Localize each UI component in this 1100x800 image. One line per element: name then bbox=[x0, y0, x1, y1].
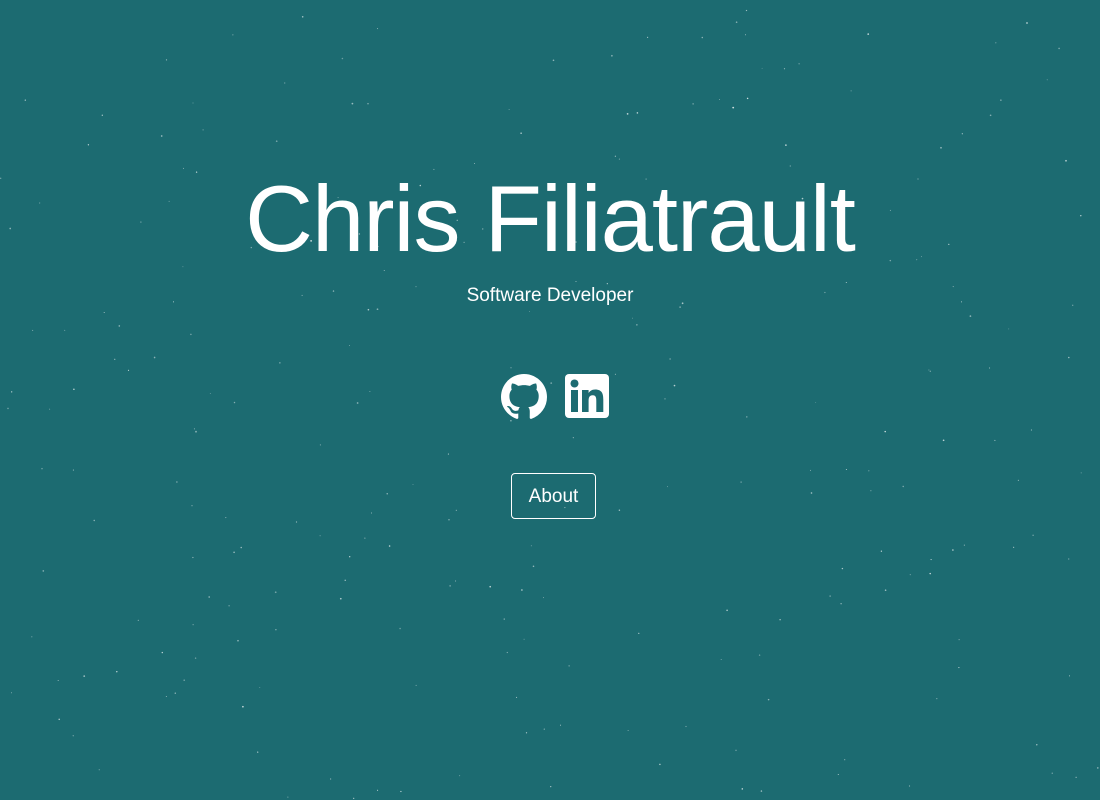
linkedin-link[interactable] bbox=[565, 374, 609, 418]
linkedin-icon bbox=[565, 374, 609, 418]
hero-section: Chris Filiatrault Software Developer Abo… bbox=[0, 0, 1100, 800]
about-button[interactable]: About bbox=[511, 473, 596, 519]
social-links bbox=[500, 374, 610, 420]
github-icon bbox=[501, 374, 547, 419]
tagline: Software Developer bbox=[466, 285, 634, 306]
page-title: Chris Filiatrault bbox=[245, 166, 856, 271]
github-link[interactable] bbox=[500, 374, 548, 420]
